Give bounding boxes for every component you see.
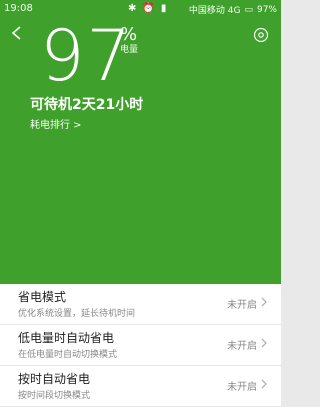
chevron-right-icon: [261, 297, 267, 307]
row-state: 未开启: [227, 341, 257, 352]
signal-icon: ▮: [160, 3, 167, 14]
chevron-right-icon: [261, 338, 267, 348]
standby-time: 可待机2天21小时: [30, 97, 144, 113]
row-title: 省电模式: [18, 290, 67, 304]
row-title: 低电量时自动省电: [18, 331, 115, 345]
status-time: 19:08: [4, 3, 33, 14]
row-subtitle: 优化系统设置，延长待机时间: [18, 309, 136, 319]
low-battery-auto-save-row[interactable]: 低电量时自动省电 在低电量时自动切换模式 未开启: [0, 325, 281, 366]
row-state: 未开启: [227, 382, 257, 393]
power-saving-mode-row[interactable]: 省电模式 优化系统设置，延长待机时间 未开启: [0, 284, 281, 325]
status-right: 中国移动 4G ▭ 97%: [188, 3, 277, 17]
battery-label: 电量: [120, 45, 139, 55]
battery-status-text: 97%: [256, 4, 277, 15]
carrier-text: 中国移动 4G: [188, 6, 241, 16]
row-title: 按时自动省电: [18, 372, 91, 386]
alarm-icon: ⏰: [142, 3, 155, 14]
row-state: 未开启: [227, 300, 257, 311]
bluetooth-icon: ✱: [128, 3, 137, 14]
power-rank-link[interactable]: 耗电排行 >: [30, 116, 82, 131]
chevron-right-icon: [261, 379, 267, 389]
battery-status-icon: ▭: [244, 4, 253, 15]
battery-header: 19:08 ✱ ⏰ ▮ 中国移动 4G ▭ 97% 97 % 电量 可待机2天2…: [0, 0, 281, 284]
settings-list: 省电模式 优化系统设置，延长待机时间 未开启 低电量时自动省电 在低电量时自动切…: [0, 284, 281, 407]
row-subtitle: 按时间段切换模式: [18, 391, 91, 401]
status-icons: ✱ ⏰ ▮: [128, 3, 166, 14]
scheduled-auto-save-row[interactable]: 按时自动省电 按时间段切换模式 未开启: [0, 366, 281, 407]
back-icon[interactable]: [10, 26, 24, 40]
gear-icon[interactable]: [253, 27, 269, 43]
row-subtitle: 在低电量时自动切换模式: [18, 350, 118, 360]
